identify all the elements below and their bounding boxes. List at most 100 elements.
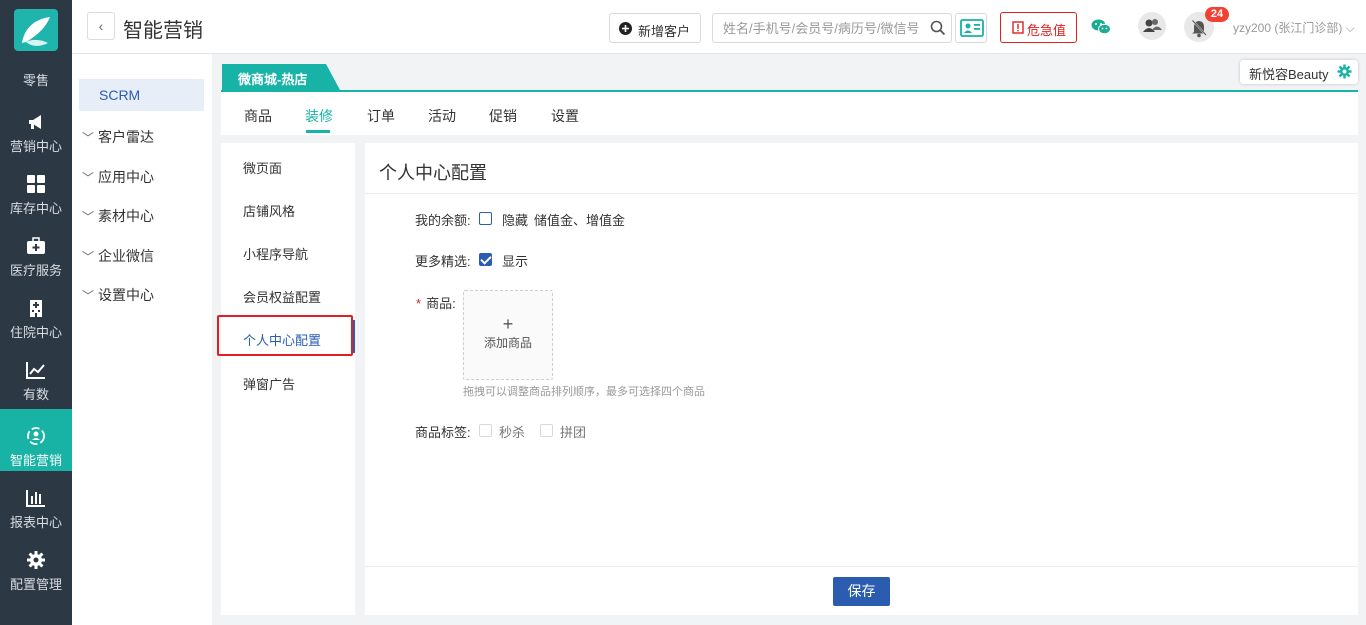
top-bar: ‹ 智能营销 新增客户 危急值 24 yzy200 (张江门诊部) ⌵ (72, 0, 1366, 54)
selection-highlight-box (217, 315, 353, 356)
nav-item-label: 智能营销 (9, 453, 62, 468)
tab-promotions[interactable]: 促销 (489, 106, 517, 126)
current-user-menu[interactable]: yzy200 (张江门诊部) ⌵ (1233, 19, 1355, 36)
users-icon[interactable] (1138, 12, 1166, 40)
tab-decoration[interactable]: 装修 (305, 106, 333, 126)
medical-kit-icon (26, 236, 46, 256)
tag-flash-sale-checkbox[interactable] (479, 424, 492, 437)
chevron-down-icon: ﹀ (82, 210, 95, 224)
chevron-down-icon: ﹀ (82, 171, 95, 185)
critical-value-button[interactable]: 危急值 (1000, 12, 1077, 43)
menu-item-member-benefits[interactable]: 会员权益配置 (243, 287, 321, 306)
sidebar-item-material-center[interactable]: ﹀ 素材中心 (82, 206, 154, 226)
sidebar-item-label: 应用中心 (98, 169, 154, 185)
sidebar-item-label: 设置中心 (98, 287, 154, 303)
panel-title: 个人中心配置 (379, 163, 487, 183)
product-hint-text: 拖拽可以调整商品排列顺序，最多可选择四个商品 (463, 386, 705, 398)
megaphone-icon (26, 112, 46, 132)
tag-group-buy-checkbox[interactable] (540, 424, 553, 437)
sidebar-item-app-center[interactable]: ﹀ 应用中心 (82, 167, 154, 187)
critical-value-label: 危急值 (1027, 23, 1067, 38)
left-navigation: 零售 营销中心 库存中心 医疗服务 住院中心 有数 智能营销 报表中心 配置管理 (0, 0, 72, 625)
brand-name: 新悦容Beauty (1249, 67, 1329, 82)
module-tabs: 商品 装修 订单 活动 促销 设置 (221, 90, 1358, 135)
active-tab-indicator (306, 130, 330, 133)
smart-marketing-icon (26, 426, 46, 446)
chevron-left-icon: ‹ (98, 18, 104, 34)
search-input[interactable] (723, 19, 923, 37)
personal-center-config-panel: 个人中心配置 我的余额: 隐藏 储值金、增值金 更多精选: 显示 * 商品: + … (365, 143, 1358, 615)
grid-icon (26, 174, 46, 194)
sidebar-item-settings-center[interactable]: ﹀ 设置中心 (82, 285, 154, 305)
tab-products[interactable]: 商品 (244, 106, 272, 126)
nav-item-medical-service[interactable]: 医疗服务 (0, 234, 72, 296)
nav-item-label: 医疗服务 (9, 263, 62, 278)
more-picks-show-label: 显示 (502, 254, 529, 269)
plus-circle-icon (619, 22, 632, 35)
more-picks-show-checkbox[interactable] (479, 253, 492, 266)
sidebar-item-enterprise-wechat[interactable]: ﹀ 企业微信 (82, 246, 154, 266)
chevron-down-icon: ﹀ (82, 250, 95, 264)
balance-detail-text: 储值金、增值金 (534, 213, 626, 228)
menu-item-micro-page[interactable]: 微页面 (243, 158, 282, 177)
nav-item-config-management[interactable]: 配置管理 (0, 548, 72, 610)
secondary-sidebar: SCRM ﹀ 客户雷达 ﹀ 应用中心 ﹀ 素材中心 ﹀ 企业微信 ﹀ 设置中心 (72, 54, 212, 625)
tab-activities[interactable]: 活动 (428, 106, 456, 126)
sidebar-item-label: 素材中心 (98, 208, 154, 224)
add-product-label: 添加商品 (483, 336, 532, 350)
brand-selector[interactable]: 新悦容Beauty (1240, 60, 1358, 84)
tag-group-buy-label: 拼团 (560, 425, 587, 440)
add-customer-button[interactable]: 新增客户 (609, 13, 701, 43)
nav-item-label: 配置管理 (9, 577, 62, 592)
nav-item-label: 有数 (22, 387, 49, 402)
app-logo[interactable] (14, 9, 58, 51)
wechat-icon[interactable] (1090, 16, 1112, 38)
footer-divider (365, 566, 1358, 567)
store-tab-label: 微商城-热店 (238, 72, 308, 87)
tab-orders[interactable]: 订单 (367, 106, 395, 126)
tag-flash-sale-label: 秒杀 (499, 425, 526, 440)
nav-item-smart-marketing[interactable]: 智能营销 (0, 409, 72, 471)
gear-icon (26, 550, 46, 570)
trend-chart-icon (26, 360, 46, 380)
nav-item-inpatient-center[interactable]: 住院中心 (0, 296, 72, 358)
settings-gear-icon[interactable] (1337, 64, 1352, 82)
bar-chart-icon (26, 488, 46, 508)
more-picks-label: 更多精选: (415, 254, 471, 269)
patient-search (712, 13, 952, 43)
nav-item-inventory-center[interactable]: 库存中心 (0, 172, 72, 234)
hospital-icon (26, 298, 46, 318)
decoration-menu: 微页面 店铺风格 小程序导航 会员权益配置 个人中心配置 弹窗广告 (221, 143, 355, 615)
sidebar-item-label: 客户雷达 (98, 129, 154, 145)
nav-item-report-center[interactable]: 报表中心 (0, 486, 72, 548)
menu-item-popup-ads[interactable]: 弹窗广告 (243, 374, 295, 393)
id-card-icon (960, 19, 984, 37)
nav-item-label: 零售 (22, 73, 49, 88)
required-marker: * (416, 296, 422, 311)
back-button[interactable]: ‹ (87, 12, 115, 40)
balance-label: 我的余额: (415, 213, 471, 228)
nav-item-label: 住院中心 (9, 325, 62, 340)
sidebar-item-customer-radar[interactable]: ﹀ 客户雷达 (82, 127, 154, 147)
product-tag-label: 商品标签: (415, 425, 471, 440)
nav-item-label: 库存中心 (9, 201, 62, 216)
chevron-down-icon: ﹀ (82, 289, 95, 303)
search-icon[interactable] (930, 20, 946, 36)
save-button[interactable]: 保存 (833, 577, 890, 606)
sidebar-item-scrm[interactable]: SCRM (79, 79, 204, 111)
balance-hide-checkbox[interactable] (479, 212, 492, 225)
page-title: 智能营销 (123, 20, 203, 42)
plus-icon: + (502, 314, 514, 334)
divider (365, 193, 1358, 194)
id-card-button[interactable] (955, 13, 987, 43)
store-tab[interactable]: 微商城-热店 (222, 64, 340, 90)
tab-settings[interactable]: 设置 (551, 106, 579, 126)
nav-item-marketing-center[interactable]: 营销中心 (0, 110, 72, 172)
menu-item-store-style[interactable]: 店铺风格 (243, 201, 295, 220)
menu-item-miniapp-nav[interactable]: 小程序导航 (243, 244, 308, 263)
product-label: * 商品: (416, 293, 456, 312)
product-label-text: 商品: (426, 296, 456, 311)
chevron-down-icon: ﹀ (82, 131, 95, 145)
nav-item-label: 营销中心 (9, 139, 62, 154)
add-product-button[interactable]: + 添加商品 (463, 290, 553, 380)
